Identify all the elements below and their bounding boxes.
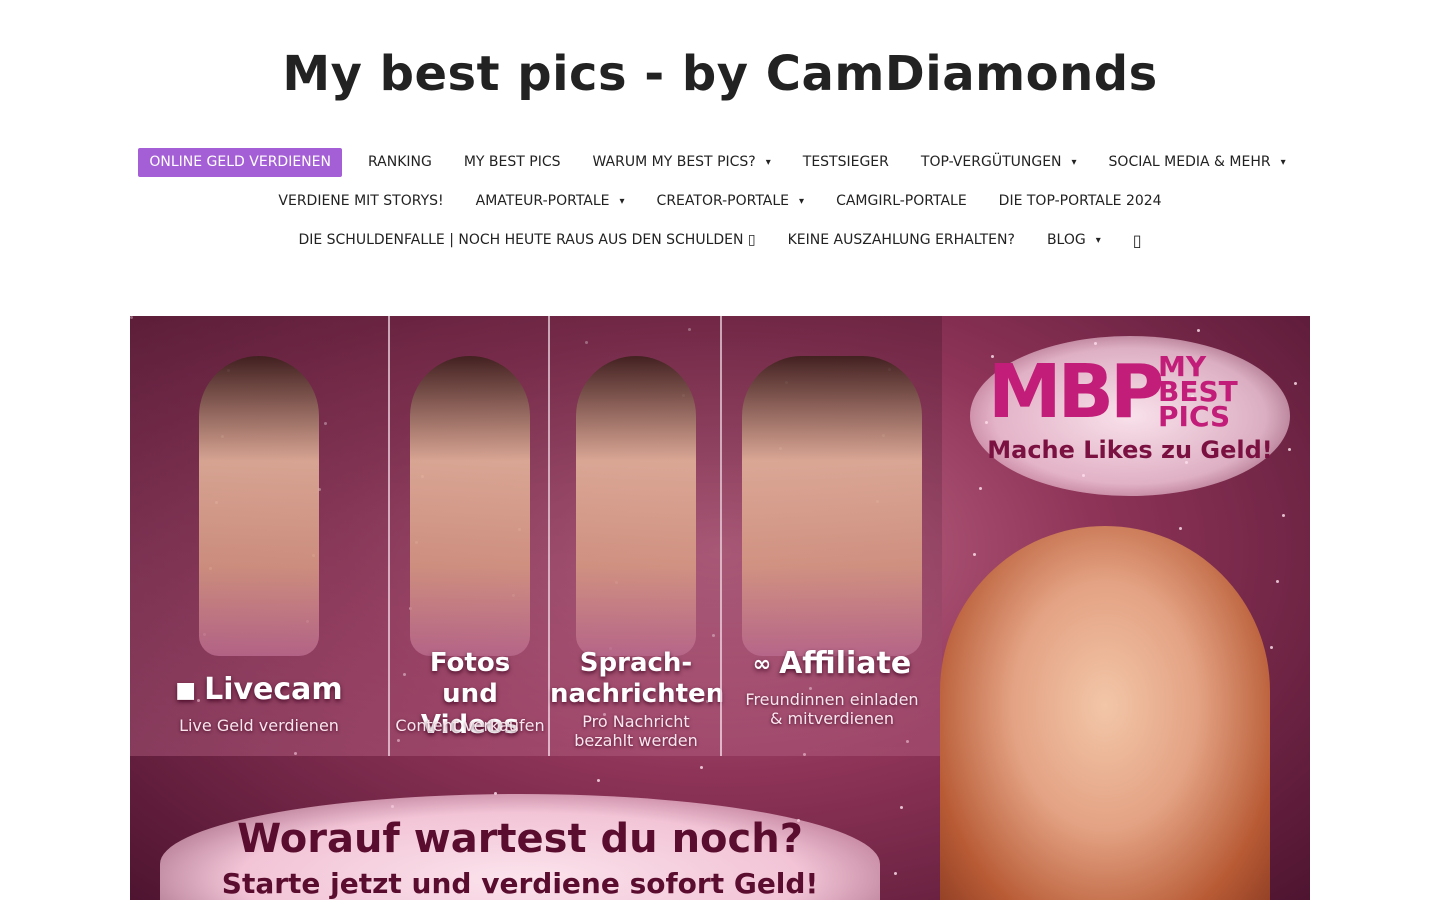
nav-item-label: SOCIAL MEDIA & MEHR — [1108, 154, 1271, 170]
sparkle-dot — [1197, 329, 1200, 332]
sparkle-dot — [1270, 646, 1273, 649]
chevron-down-icon: ▾ — [619, 196, 625, 207]
nav-item-online-geld-verdienen[interactable]: ONLINE GELD VERDIENEN — [138, 148, 342, 177]
panel-title-livecam: ■ Livecam — [175, 672, 343, 707]
sparkle-dot — [700, 766, 703, 769]
hero-headline: Worauf wartest du noch? — [237, 816, 803, 862]
nav-item-label: RANKING — [367, 154, 432, 170]
model-figure — [199, 356, 319, 656]
model-figure — [410, 356, 530, 656]
nav-item-label: BLOG — [1046, 232, 1086, 248]
nav-item-label: WARUM MY BEST PICS? — [592, 154, 756, 170]
hero-subheadline: Starte jetzt und verdiene sofort Geld! — [221, 867, 819, 900]
nav-row-3: DIE SCHULDENFALLE | NOCH HEUTE RAUS AUS … — [0, 226, 1440, 255]
nav-item-label: CAMGIRL-PORTALE — [836, 193, 967, 209]
nav-item-label: TOP-VERGÜTUNGEN — [920, 154, 1062, 170]
nav-item-label: DIE TOP-PORTALE 2024 — [998, 193, 1162, 209]
nav-item-top-vergütungen[interactable]: TOP-VERGÜTUNGEN ▾ — [905, 148, 1093, 177]
sparkle-dot — [597, 779, 600, 782]
sparkle-dot — [1276, 580, 1279, 583]
hero-panel-affiliate: ∞ Affiliate Freundinnen einladen & mitver… — [720, 316, 942, 756]
nav-item-keine-auszahlung-erhalten[interactable]: KEINE AUSZAHLUNG ERHALTEN? — [772, 226, 1031, 255]
nav-row-2: VERDIENE MIT STORYS! AMATEUR-PORTALE ▾ CREA… — [0, 187, 1440, 216]
panel-title-sprachnachrichten: Sprach- nachrichten — [550, 648, 725, 709]
nav-item-verdiene-mit-storys[interactable]: VERDIENE MIT STORYS! — [262, 187, 459, 216]
nav-item-label: DIE SCHULDENFALLE | NOCH HEUTE RAUS AUS … — [298, 232, 756, 248]
sparkle-dot — [900, 806, 903, 809]
nav-item-die-schuldenfalle-noch-heute-raus-aus-den-schulden[interactable]: DIE SCHULDENFALLE | NOCH HEUTE RAUS AUS … — [282, 226, 771, 255]
nav-item-my-best-pics[interactable]: MY BEST PICS — [448, 148, 577, 177]
chevron-down-icon: ▾ — [1095, 235, 1101, 246]
logo-tagline: Mache Likes zu Geld! — [987, 436, 1273, 464]
sparkle-dot — [894, 872, 897, 875]
nav-item-label: ONLINE GELD VERDIENEN — [149, 154, 331, 170]
hero-panel-fotos: Fotos und Videos Content verkaufen — [388, 316, 550, 756]
panel-subtitle-affiliate: Freundinnen einladen & mitverdienen — [745, 690, 919, 728]
search-icon[interactable]: ▯ — [1117, 226, 1158, 255]
nav-item-label: VERDIENE MIT STORYS! — [278, 193, 444, 209]
panel-title-affiliate: ∞ Affiliate — [752, 646, 912, 681]
hero-banner-image: ■ Livecam Live Geld verdienen Fotos und V… — [130, 316, 1310, 900]
nav-item-label: KEINE AUSZAHLUNG ERHALTEN? — [787, 232, 1015, 248]
nav-item-testsieger[interactable]: TESTSIEGER — [787, 148, 905, 177]
nav-item-label: MY BEST PICS — [463, 154, 561, 170]
sparkle-dot — [973, 553, 976, 556]
nav-item-social-media-mehr[interactable]: SOCIAL MEDIA & MEHR ▾ — [1093, 148, 1302, 177]
hero-panel-livecam: ■ Livecam Live Geld verdienen — [130, 316, 388, 756]
nav-item-ranking[interactable]: RANKING — [352, 148, 448, 177]
nav-item-die-top-portale-2024[interactable]: DIE TOP-PORTALE 2024 — [983, 187, 1178, 216]
logo-word-pics: PICS — [1158, 400, 1231, 433]
nav-item-label: CREATOR-PORTALE — [656, 193, 790, 209]
nav-item-label: TESTSIEGER — [802, 154, 889, 170]
nav-row-1: ONLINE GELD VERDIENEN RANKING MY BEST PICS… — [0, 148, 1440, 177]
site-title[interactable]: My best pics - by CamDiamonds — [0, 44, 1440, 104]
hero-panel-sprachnachrichten: Sprach- nachrichten Pro Nachricht bezahl… — [548, 316, 725, 756]
video-camera-icon: ■ — [175, 678, 197, 703]
nav-item-amateur-portale[interactable]: AMATEUR-PORTALE ▾ — [460, 187, 641, 216]
nav-item-camgirl-portale[interactable]: CAMGIRL-PORTALE — [820, 187, 983, 216]
chevron-down-icon: ▾ — [1071, 157, 1077, 168]
nav-item-warum-my-best-pics[interactable]: WARUM MY BEST PICS? ▾ — [576, 148, 786, 177]
sparkle-dot — [1294, 382, 1297, 385]
model-figure — [576, 356, 696, 656]
link-chain-icon: ∞ — [752, 652, 772, 677]
panel-subtitle-livecam: Live Geld verdienen — [179, 716, 339, 735]
nav-item-blog[interactable]: BLOG ▾ — [1031, 226, 1117, 255]
sparkle-dot — [979, 487, 982, 490]
sparkle-dot — [1282, 514, 1285, 517]
chevron-down-icon: ▾ — [1280, 157, 1286, 168]
panel-subtitle-sprachnachrichten: Pro Nachricht bezahlt werden — [574, 712, 698, 750]
sparkle-dot — [1179, 527, 1182, 530]
nav-item-label: AMATEUR-PORTALE — [475, 193, 610, 209]
mbp-logo-mark: MBP — [988, 349, 1164, 435]
chevron-down-icon: ▾ — [765, 157, 771, 168]
chevron-down-icon: ▾ — [799, 196, 805, 207]
model-portrait — [940, 526, 1270, 900]
nav-item-creator-portale[interactable]: CREATOR-PORTALE ▾ — [641, 187, 821, 216]
panel-subtitle-fotos: Content verkaufen — [395, 716, 545, 735]
model-figure — [742, 356, 922, 656]
